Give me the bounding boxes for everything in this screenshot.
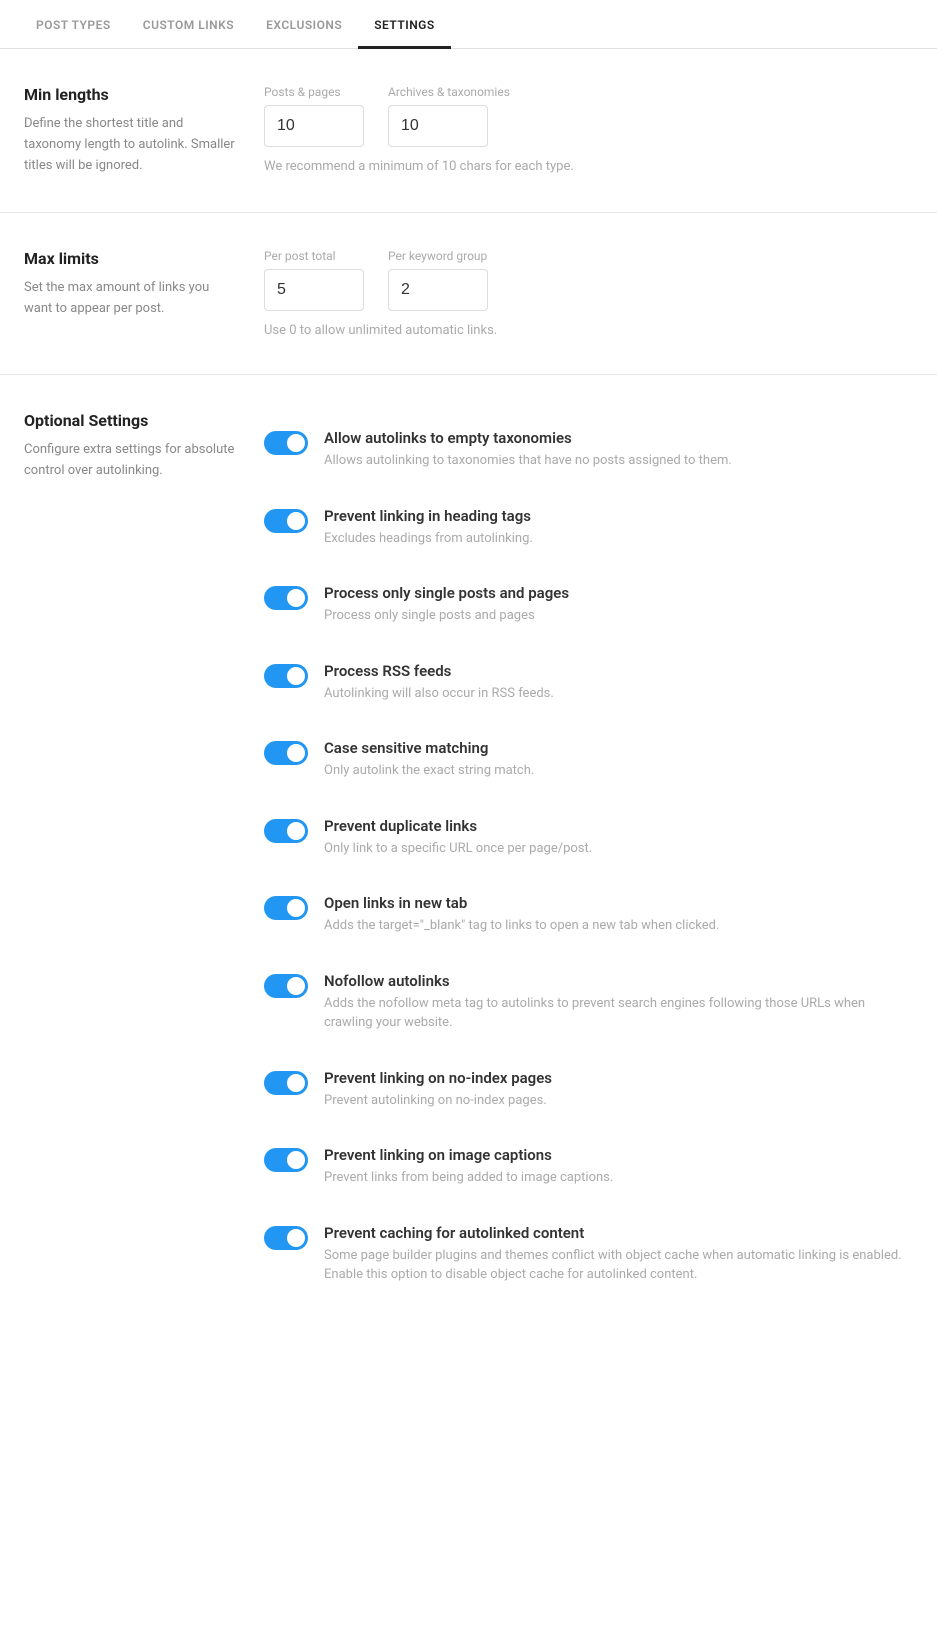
max-limits-title: Max limits	[24, 249, 240, 268]
max-limits-inputs: Per post total Per keyword group	[264, 249, 913, 311]
min-lengths-hint: We recommend a minimum of 10 chars for e…	[264, 159, 913, 174]
setting-item: Prevent caching for autolinked content So…	[264, 1206, 913, 1303]
setting-desc: Excludes headings from autolinking.	[324, 529, 913, 549]
toggle-0[interactable]	[264, 431, 308, 455]
per-post-input[interactable]	[264, 269, 364, 311]
archives-taxonomies-input[interactable]	[388, 105, 488, 147]
setting-name: Case sensitive matching	[324, 739, 913, 757]
per-post-group: Per post total	[264, 249, 364, 311]
per-keyword-input[interactable]	[388, 269, 488, 311]
toggle-9[interactable]	[264, 1148, 308, 1172]
posts-pages-group: Posts & pages	[264, 85, 364, 147]
tab-post-types[interactable]: POST TYPES	[20, 0, 127, 49]
max-limits-right: Per post total Per keyword group Use 0 t…	[264, 249, 913, 338]
setting-desc: Prevent links from being added to image …	[324, 1168, 913, 1188]
min-lengths-right: Posts & pages Archives & taxonomies We r…	[264, 85, 913, 176]
min-lengths-inputs: Posts & pages Archives & taxonomies	[264, 85, 913, 147]
max-limits-section: Max limits Set the max amount of links y…	[0, 213, 937, 375]
setting-item: Process RSS feeds Autolinking will also o…	[264, 644, 913, 722]
setting-desc: Allows autolinking to taxonomies that ha…	[324, 451, 913, 471]
toggle-8[interactable]	[264, 1071, 308, 1095]
min-lengths-description: Define the shortest title and taxonomy l…	[24, 114, 240, 176]
tab-custom-links[interactable]: CUSTOM LINKS	[127, 0, 250, 49]
setting-name: Prevent duplicate links	[324, 817, 913, 835]
setting-item: Prevent duplicate links Only link to a sp…	[264, 799, 913, 877]
setting-name: Prevent linking in heading tags	[324, 507, 913, 525]
toggle-4[interactable]	[264, 741, 308, 765]
toggle-3[interactable]	[264, 664, 308, 688]
min-lengths-title: Min lengths	[24, 85, 240, 104]
settings-list: Allow autolinks to empty taxonomies Allow…	[264, 411, 913, 1303]
min-lengths-left: Min lengths Define the shortest title an…	[24, 85, 264, 176]
optional-settings-description: Configure extra settings for absolute co…	[24, 440, 240, 482]
toggle-1[interactable]	[264, 509, 308, 533]
setting-item: Process only single posts and pages Proce…	[264, 566, 913, 644]
tab-exclusions[interactable]: EXCLUSIONS	[250, 0, 358, 49]
setting-name: Nofollow autolinks	[324, 972, 913, 990]
toggle-10[interactable]	[264, 1226, 308, 1250]
min-lengths-section: Min lengths Define the shortest title an…	[0, 49, 937, 213]
toggle-7[interactable]	[264, 974, 308, 998]
setting-desc: Only autolink the exact string match.	[324, 761, 913, 781]
max-limits-left: Max limits Set the max amount of links y…	[24, 249, 264, 338]
setting-item: Open links in new tab Adds the target="_b…	[264, 876, 913, 954]
max-limits-description: Set the max amount of links you want to …	[24, 278, 240, 320]
setting-name: Process RSS feeds	[324, 662, 913, 680]
per-post-label: Per post total	[264, 249, 364, 263]
optional-settings-section: Optional Settings Configure extra settin…	[0, 375, 937, 1339]
posts-pages-input[interactable]	[264, 105, 364, 147]
setting-item: Prevent linking on image captions Prevent…	[264, 1128, 913, 1206]
setting-name: Process only single posts and pages	[324, 584, 913, 602]
setting-desc: Some page builder plugins and themes con…	[324, 1246, 913, 1285]
setting-desc: Process only single posts and pages	[324, 606, 913, 626]
tab-settings[interactable]: SETTINGS	[358, 0, 451, 49]
setting-desc: Prevent autolinking on no-index pages.	[324, 1091, 913, 1111]
setting-name: Open links in new tab	[324, 894, 913, 912]
setting-desc: Adds the target="_blank" tag to links to…	[324, 916, 913, 936]
setting-name: Prevent linking on image captions	[324, 1146, 913, 1164]
per-keyword-label: Per keyword group	[388, 249, 488, 263]
setting-item: Prevent linking in heading tags Excludes …	[264, 489, 913, 567]
setting-item: Allow autolinks to empty taxonomies Allow…	[264, 411, 913, 489]
toggle-5[interactable]	[264, 819, 308, 843]
setting-desc: Autolinking will also occur in RSS feeds…	[324, 684, 913, 704]
archives-taxonomies-label: Archives & taxonomies	[388, 85, 510, 99]
optional-settings-left: Optional Settings Configure extra settin…	[24, 411, 264, 1303]
setting-desc: Only link to a specific URL once per pag…	[324, 839, 913, 859]
optional-settings-title: Optional Settings	[24, 411, 240, 430]
per-keyword-group: Per keyword group	[388, 249, 488, 311]
setting-name: Allow autolinks to empty taxonomies	[324, 429, 913, 447]
toggle-2[interactable]	[264, 586, 308, 610]
toggle-6[interactable]	[264, 896, 308, 920]
posts-pages-label: Posts & pages	[264, 85, 364, 99]
archives-taxonomies-group: Archives & taxonomies	[388, 85, 510, 147]
max-limits-hint: Use 0 to allow unlimited automatic links…	[264, 323, 913, 338]
setting-desc: Adds the nofollow meta tag to autolinks …	[324, 994, 913, 1033]
setting-name: Prevent caching for autolinked content	[324, 1224, 913, 1242]
nav-tabs: POST TYPES CUSTOM LINKS EXCLUSIONS SETTI…	[0, 0, 937, 49]
setting-name: Prevent linking on no-index pages	[324, 1069, 913, 1087]
setting-item: Prevent linking on no-index pages Prevent…	[264, 1051, 913, 1129]
setting-item: Case sensitive matching Only autolink the…	[264, 721, 913, 799]
setting-item: Nofollow autolinks Adds the nofollow meta…	[264, 954, 913, 1051]
